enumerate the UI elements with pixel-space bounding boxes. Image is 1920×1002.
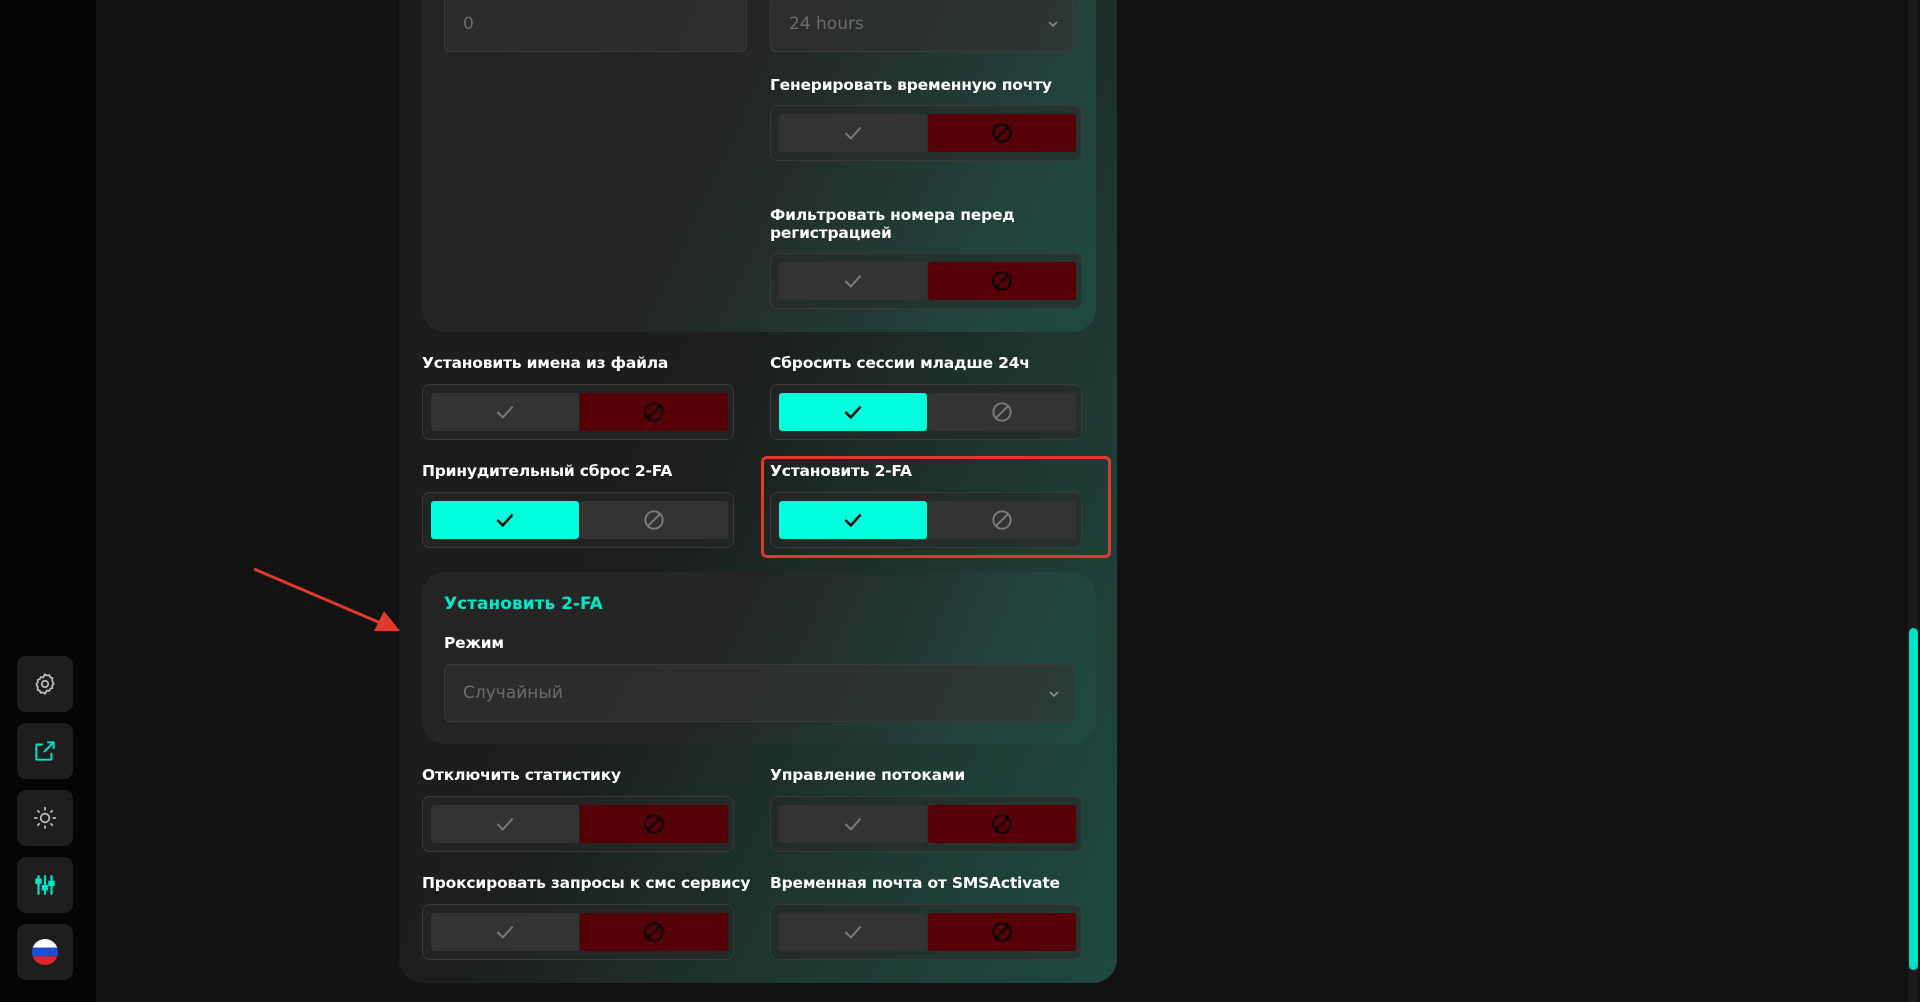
- check-icon: [496, 513, 514, 528]
- temp-mail-sms-enable-button[interactable]: [779, 913, 927, 951]
- disable-stats-label: Отключить статистику: [422, 766, 621, 784]
- block-icon: [992, 402, 1012, 422]
- thread-control-enable-button[interactable]: [779, 805, 927, 843]
- language-button[interactable]: [17, 924, 73, 980]
- number-input[interactable]: 0: [444, 0, 747, 52]
- disable-stats-disable-button[interactable]: [580, 805, 728, 843]
- check-icon: [844, 126, 862, 140]
- tweaks-button[interactable]: [17, 857, 73, 913]
- set-names-toggle: [422, 384, 734, 440]
- thread-control-toggle: [770, 796, 1082, 852]
- filter-numbers-disable-button[interactable]: [928, 262, 1076, 300]
- block-icon: [644, 402, 664, 422]
- check-icon: [844, 405, 862, 420]
- filter-numbers-enable-button[interactable]: [779, 262, 927, 300]
- gen-temp-mail-enable-button[interactable]: [779, 114, 927, 152]
- block-icon: [992, 922, 1012, 942]
- proxy-sms-enable-button[interactable]: [431, 913, 579, 951]
- mode-select[interactable]: Случайный: [444, 664, 1074, 722]
- reset-sessions-enable-button[interactable]: [779, 393, 927, 431]
- proxy-sms-toggle: [422, 904, 734, 960]
- reset-sessions-label: Сбросить сессии младше 24ч: [770, 354, 1030, 372]
- russia-flag-icon: [32, 939, 58, 965]
- temp-mail-sms-label: Временная почта от SMSActivate: [770, 874, 1060, 892]
- sliders-icon: [35, 875, 55, 895]
- block-icon: [992, 814, 1012, 834]
- check-icon: [844, 925, 862, 939]
- external-link-icon: [35, 741, 55, 761]
- check-icon: [844, 817, 862, 831]
- filter-numbers-label: Фильтровать номера перед регистрацией: [770, 206, 1015, 242]
- scrollbar-thumb[interactable]: [1909, 628, 1918, 970]
- block-icon: [992, 271, 1012, 291]
- proxy-sms-label: Проксировать запросы к смс сервису: [422, 874, 751, 892]
- filter-numbers-toggle: [770, 253, 1082, 309]
- set-names-enable-button[interactable]: [431, 393, 579, 431]
- block-icon: [644, 510, 664, 530]
- number-input-value: 0: [463, 14, 474, 34]
- gen-temp-mail-toggle: [770, 105, 1082, 161]
- gen-temp-mail-disable-button[interactable]: [928, 114, 1076, 152]
- disable-stats-toggle: [422, 796, 734, 852]
- thread-control-disable-button[interactable]: [928, 805, 1076, 843]
- open-external-button[interactable]: [17, 723, 73, 779]
- duration-select-value: 24 hours: [789, 14, 864, 34]
- check-icon: [844, 274, 862, 288]
- block-icon: [644, 814, 664, 834]
- force-reset-2fa-enable-button[interactable]: [431, 501, 579, 539]
- check-icon: [496, 405, 514, 419]
- force-reset-2fa-toggle: [422, 492, 734, 548]
- highlight-box: [761, 456, 1111, 558]
- settings-button[interactable]: [17, 656, 73, 712]
- check-icon: [496, 925, 514, 939]
- set-names-label: Установить имена из файла: [422, 354, 669, 372]
- force-reset-2fa-label: Принудительный сброс 2-FA: [422, 462, 673, 480]
- proxy-sms-disable-button[interactable]: [580, 913, 728, 951]
- gear-icon: [35, 673, 55, 695]
- chevron-down-icon: [1049, 691, 1059, 698]
- disable-stats-enable-button[interactable]: [431, 805, 579, 843]
- chevron-down-icon: [1048, 21, 1058, 28]
- theme-button[interactable]: [17, 790, 73, 846]
- force-reset-2fa-disable-button[interactable]: [580, 501, 728, 539]
- set-names-disable-button[interactable]: [580, 393, 728, 431]
- reset-sessions-toggle: [770, 384, 1082, 440]
- block-icon: [992, 123, 1012, 143]
- reset-sessions-disable-button[interactable]: [928, 393, 1076, 431]
- mode-select-value: Случайный: [463, 683, 563, 703]
- sidebar: [0, 0, 96, 1002]
- sun-icon: [34, 807, 56, 829]
- mode-label: Режим: [444, 634, 504, 652]
- temp-mail-sms-toggle: [770, 904, 1082, 960]
- check-icon: [496, 817, 514, 831]
- gen-temp-mail-label: Генерировать временную почту: [770, 76, 1052, 94]
- temp-mail-sms-disable-button[interactable]: [928, 913, 1076, 951]
- block-icon: [644, 922, 664, 942]
- annotation-arrow: [253, 567, 400, 631]
- thread-control-label: Управление потоками: [770, 766, 966, 784]
- two-fa-section-title: Установить 2-FA: [444, 594, 603, 614]
- duration-select[interactable]: 24 hours: [770, 0, 1073, 52]
